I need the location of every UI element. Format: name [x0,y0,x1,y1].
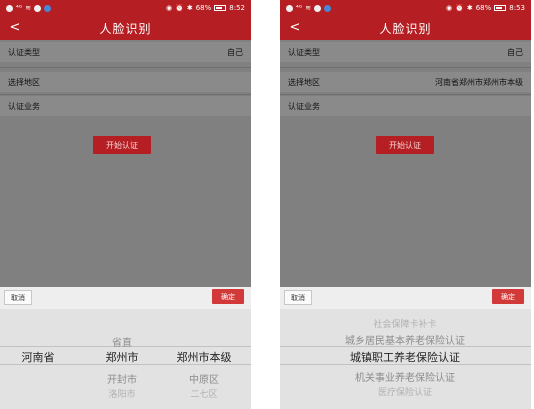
wifi-icon: ≋ [305,3,312,12]
divider [280,94,531,95]
start-auth-button[interactable]: 开始认证 [93,136,151,154]
business-row[interactable]: 认证业务 [0,96,251,116]
city-option-above[interactable]: 省直 [112,334,132,349]
divider [0,94,251,95]
cancel-button[interactable]: 取消 [4,290,32,305]
picker-wheels[interactable]: 省直 河南省 郑州市 郑州市本级 开封市 中原区 洛阳市 二七区 [0,309,251,409]
business-option-above-2[interactable]: 社会保障卡补卡 [373,317,436,330]
divider [0,67,251,68]
auth-type-label: 认证类型 [8,47,40,57]
header-bar: < 人脸识别 [280,16,531,40]
business-label: 认证业务 [8,101,40,111]
app-notification-icon [6,4,13,12]
battery-icon [214,5,227,11]
district-option-selected[interactable]: 郑州市本级 [177,349,232,365]
battery-icon [494,5,507,11]
bluetooth-icon: ✱ [466,3,473,12]
divider [280,67,531,68]
auth-type-value: 自己 [227,47,243,57]
region-label: 选择地区 [8,77,40,87]
confirm-button[interactable]: 确定 [492,289,524,304]
picker-toolbar: 取消 确定 [0,287,251,309]
eye-icon: ◉ [446,3,453,12]
app-notification-icon [324,4,332,12]
clock: 8:52 [229,4,245,12]
region-picker: 取消 确定 省直 河南省 郑州市 郑州市本级 开封市 中原区 洛阳市 二七区 [0,287,251,409]
phone-screen-left: ⁴ᴳ ≋ ◉ ⏰ ✱ 68% 8:52 < 人脸识别 认证类型 自己 选择地区 … [0,0,251,409]
auth-type-label: 认证类型 [288,47,320,57]
header-bar: < 人脸识别 [0,16,251,40]
region-row[interactable]: 选择地区 河南省郑州市郑州市本级 [280,72,531,92]
status-bar: ⁴ᴳ ≋ ◉ ⏰ ✱ 68% 8:52 [0,0,251,16]
region-label: 选择地区 [288,77,320,87]
business-option-below-2[interactable]: 医疗保险认证 [378,385,432,398]
clock: 8:53 [509,4,525,12]
province-option-selected[interactable]: 河南省 [22,349,55,365]
back-arrow-icon[interactable]: < [8,20,22,36]
cancel-button[interactable]: 取消 [284,290,312,305]
app-notification-icon [44,4,52,12]
app-notification-icon [34,4,42,12]
back-arrow-icon[interactable]: < [288,20,302,36]
business-option-selected[interactable]: 城镇职工养老保险认证 [350,349,460,365]
business-option-above[interactable]: 城乡居民基本养老保险认证 [345,332,465,347]
app-notification-icon [314,4,322,12]
picker-toolbar: 取消 确定 [280,287,531,309]
picker-wheel[interactable]: 社会保障卡补卡 城乡居民基本养老保险认证 城镇职工养老保险认证 机关事业养老保险… [280,309,531,409]
status-bar: ⁴ᴳ ≋ ◉ ⏰ ✱ 68% 8:53 [280,0,531,16]
wifi-icon: ≋ [25,3,32,12]
business-picker: 取消 确定 社会保障卡补卡 城乡居民基本养老保险认证 城镇职工养老保险认证 机关… [280,287,531,409]
alarm-icon: ⏰ [455,3,464,12]
bluetooth-icon: ✱ [186,3,193,12]
business-row[interactable]: 认证业务 [280,96,531,116]
region-row[interactable]: 选择地区 [0,72,251,92]
phone-screen-right: ⁴ᴳ ≋ ◉ ⏰ ✱ 68% 8:53 < 人脸识别 认证类型 自己 选择地区 … [280,0,531,409]
region-value: 河南省郑州市郑州市本级 [435,77,523,87]
eye-icon: ◉ [166,3,173,12]
page-title: 人脸识别 [379,21,432,36]
start-auth-button[interactable]: 开始认证 [376,136,434,154]
auth-type-row[interactable]: 认证类型 自己 [280,42,531,62]
battery-percent: 68% [195,4,212,12]
auth-type-row[interactable]: 认证类型 自己 [0,42,251,62]
district-option-below-2[interactable]: 二七区 [190,387,217,400]
business-option-below[interactable]: 机关事业养老保险认证 [355,369,455,384]
signal-icon: ⁴ᴳ [296,3,303,12]
alarm-icon: ⏰ [175,3,184,12]
district-option-below[interactable]: 中原区 [189,371,219,386]
auth-type-value: 自己 [507,47,523,57]
signal-icon: ⁴ᴳ [16,3,23,12]
confirm-button[interactable]: 确定 [212,289,244,304]
business-label: 认证业务 [288,101,320,111]
app-notification-icon [286,4,293,12]
city-option-selected[interactable]: 郑州市 [106,349,139,365]
battery-percent: 68% [475,4,492,12]
city-option-below[interactable]: 开封市 [107,371,137,386]
page-title: 人脸识别 [99,21,152,36]
city-option-below-2[interactable]: 洛阳市 [108,387,135,400]
